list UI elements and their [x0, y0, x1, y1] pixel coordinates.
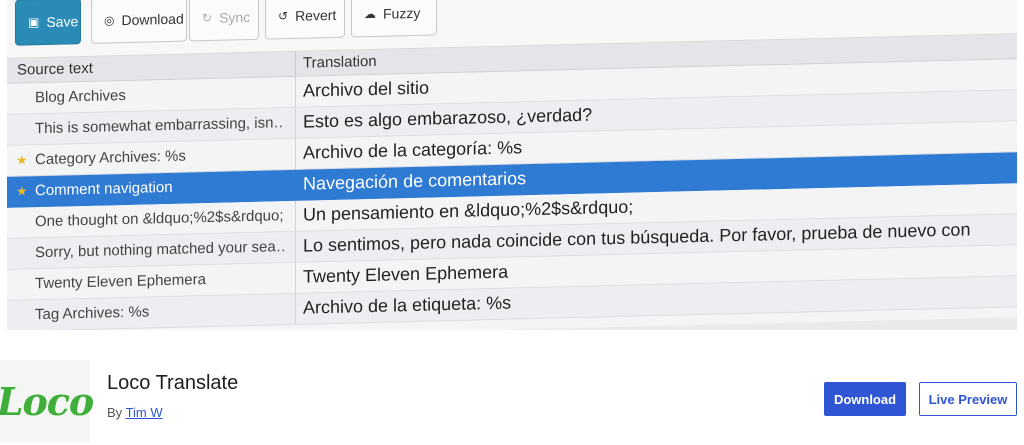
column-divider [295, 107, 296, 138]
plugin-author-line: By Tim W [107, 405, 163, 420]
floppy-icon: ▣ [28, 15, 40, 30]
column-divider [295, 231, 296, 262]
column-divider [295, 293, 296, 324]
save-button[interactable]: ▣ Save [15, 0, 81, 46]
revert-button[interactable]: ↺ Revert [265, 0, 345, 40]
source-cell: This is somewhat embarrassing, isn… [35, 114, 285, 138]
translation-header: Translation [303, 52, 377, 72]
by-label: By [107, 405, 123, 420]
column-divider [295, 262, 296, 293]
plugin-logo[interactable]: Loco [0, 360, 94, 442]
source-cell: Twenty Eleven Ephemera [35, 271, 206, 293]
column-divider [295, 169, 296, 200]
column-divider [295, 138, 296, 169]
translation-cell: Esto es algo embarazoso, ¿verdad? [303, 104, 593, 132]
source-cell: Sorry, but nothing matched your sea… [35, 238, 285, 262]
column-divider [295, 200, 296, 231]
source-cell: Category Archives: %s [35, 147, 186, 169]
editor-download-button[interactable]: ◎ Download [91, 0, 187, 44]
live-preview-button[interactable]: Live Preview [919, 382, 1017, 416]
source-cell: Comment navigation [35, 178, 173, 200]
fuzzy-button[interactable]: ☁ Fuzzy [351, 0, 437, 38]
loco-editor-screenshot: ▣ Save ◎ Download ↻ Sync ↺ Revert ☁ Fuzz… [7, 0, 1017, 330]
sync-button[interactable]: ↻ Sync [189, 0, 259, 42]
translation-cell: Twenty Eleven Ephemera [303, 261, 509, 287]
logo-text: Loco [0, 378, 94, 424]
source-cell: One thought on &ldquo;%2$s&rdquo; [35, 207, 284, 231]
translation-cell: Archivo de la categoría: %s [303, 137, 523, 163]
column-divider [295, 76, 296, 107]
plugin-banner: ▣ Save ◎ Download ↻ Sync ↺ Revert ☁ Fuzz… [7, 0, 1017, 330]
star-icon: ★ [16, 183, 28, 199]
translation-cell: Navegación de comentarios [303, 168, 527, 194]
author-link[interactable]: Tim W [126, 405, 163, 420]
revert-icon: ↺ [278, 9, 289, 24]
sync-icon: ↻ [202, 10, 213, 26]
column-divider [295, 51, 296, 76]
translation-cell: Un pensamiento en &ldquo;%2$s&rdquo; [303, 196, 634, 225]
star-icon: ★ [16, 152, 28, 168]
circle-icon: ◎ [104, 13, 115, 28]
cloud-icon: ☁ [364, 6, 376, 22]
translation-cell: Archivo de la etiqueta: %s [303, 292, 512, 318]
translation-cell: Archivo del sitio [303, 77, 430, 101]
source-cell: Blog Archives [35, 86, 126, 107]
plugin-title[interactable]: Loco Translate [107, 372, 238, 395]
source-cell: Tag Archives: %s [35, 303, 150, 324]
download-button[interactable]: Download [824, 382, 906, 416]
source-text-header: Source text [17, 59, 93, 79]
